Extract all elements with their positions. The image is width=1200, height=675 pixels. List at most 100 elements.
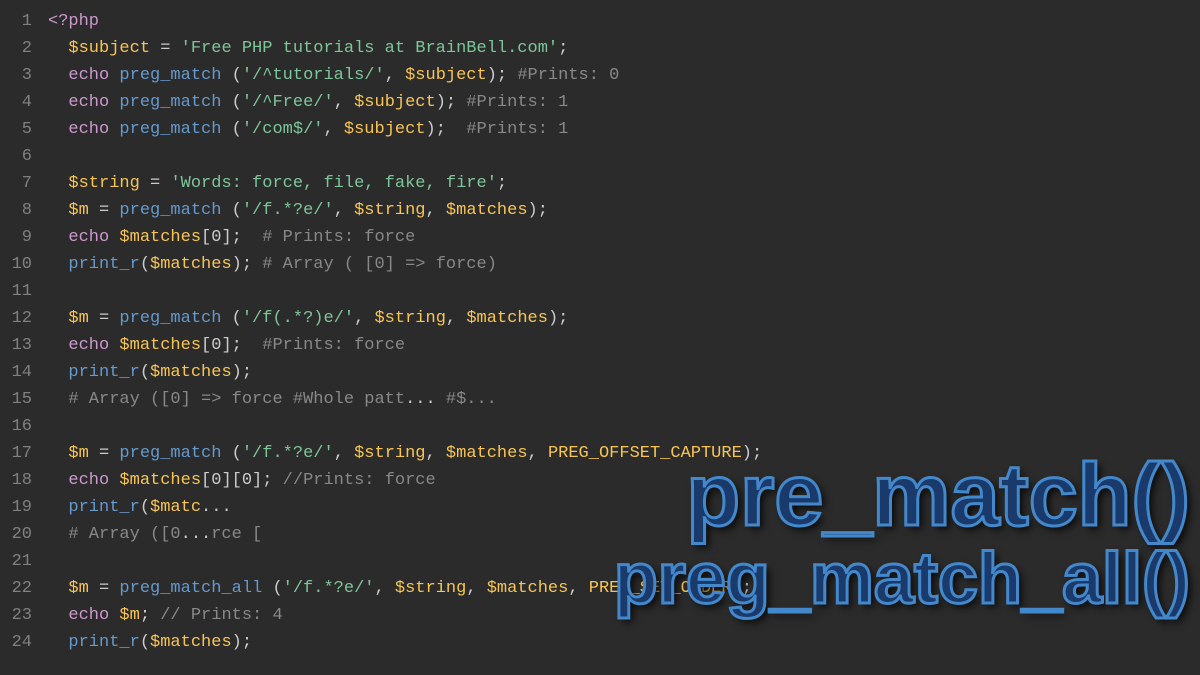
code-token: $m bbox=[68, 444, 88, 463]
code-token: ); bbox=[548, 309, 568, 328]
table-row: 11 bbox=[0, 278, 1200, 305]
line-number: 18 bbox=[0, 467, 48, 494]
code-token: 'Words: force, file, fake, fire' bbox=[170, 174, 496, 193]
code-token: , bbox=[374, 579, 394, 598]
line-code: echo $matches[0][0]; //Prints: force bbox=[48, 467, 436, 494]
table-row: 24 print_r($matches); bbox=[0, 629, 1200, 656]
code-token: , bbox=[323, 120, 343, 139]
code-token: #Prints: 1 bbox=[466, 93, 568, 112]
code-token bbox=[48, 309, 68, 328]
code-token: '/f.*?e/' bbox=[242, 444, 334, 463]
code-token: $subject bbox=[405, 66, 487, 85]
code-token: PREG_OFFSET_CAPTURE bbox=[548, 444, 742, 463]
code-token: $matches bbox=[487, 579, 569, 598]
code-token: = bbox=[89, 444, 120, 463]
line-number: 8 bbox=[0, 197, 48, 224]
code-token bbox=[109, 120, 119, 139]
code-token: echo bbox=[68, 93, 109, 112]
table-row: 7 $string = 'Words: force, file, fake, f… bbox=[0, 170, 1200, 197]
code-token bbox=[48, 120, 68, 139]
line-number: 10 bbox=[0, 251, 48, 278]
code-token: , bbox=[334, 201, 354, 220]
code-token bbox=[109, 228, 119, 247]
code-token: $m bbox=[119, 606, 139, 625]
line-number: 7 bbox=[0, 170, 48, 197]
code-token: preg_match bbox=[119, 93, 221, 112]
code-token bbox=[109, 336, 119, 355]
line-code: echo $matches[0]; # Prints: force bbox=[48, 224, 415, 251]
code-token: , bbox=[466, 579, 486, 598]
code-token: ); bbox=[232, 255, 263, 274]
code-token: $matches bbox=[119, 336, 201, 355]
code-token bbox=[109, 66, 119, 85]
line-number: 12 bbox=[0, 305, 48, 332]
line-code: $m = preg_match ('/f.*?e/', $string, $ma… bbox=[48, 197, 548, 224]
table-row: 8 $m = preg_match ('/f.*?e/', $string, $… bbox=[0, 197, 1200, 224]
code-token bbox=[48, 93, 68, 112]
code-token: ; bbox=[558, 39, 568, 58]
code-token: $subject bbox=[344, 120, 426, 139]
code-token: ); bbox=[426, 120, 457, 139]
code-token: $subject bbox=[354, 93, 436, 112]
code-token: ( bbox=[140, 498, 150, 517]
code-token: ( bbox=[221, 444, 241, 463]
code-token: ... bbox=[405, 390, 436, 409]
line-code: $m = preg_match ('/f(.*?)e/', $string, $… bbox=[48, 305, 568, 332]
line-number: 4 bbox=[0, 89, 48, 116]
line-number: 21 bbox=[0, 548, 48, 575]
code-token: $matches bbox=[150, 363, 232, 382]
code-token: $matches bbox=[446, 201, 528, 220]
line-number: 9 bbox=[0, 224, 48, 251]
table-row: 6 bbox=[0, 143, 1200, 170]
line-number: 22 bbox=[0, 575, 48, 602]
code-token: = bbox=[89, 201, 120, 220]
line-code: echo preg_match ('/^tutorials/', $subjec… bbox=[48, 62, 619, 89]
line-number: 6 bbox=[0, 143, 48, 170]
table-row: 9 echo $matches[0]; # Prints: force bbox=[0, 224, 1200, 251]
code-token: ); bbox=[732, 579, 752, 598]
code-token: $string bbox=[354, 444, 425, 463]
line-code: echo preg_match ('/^Free/', $subject); #… bbox=[48, 89, 568, 116]
code-token: echo bbox=[68, 66, 109, 85]
table-row: 1<?php bbox=[0, 8, 1200, 35]
line-code: echo $m; // Prints: 4 bbox=[48, 602, 283, 629]
code-token: , bbox=[334, 444, 354, 463]
code-token: , bbox=[426, 444, 446, 463]
code-block: 1<?php2 $subject = 'Free PHP tutorials a… bbox=[0, 0, 1200, 664]
code-token: echo bbox=[68, 120, 109, 139]
code-token: ; bbox=[140, 606, 160, 625]
line-number: 1 bbox=[0, 8, 48, 35]
code-token: $string bbox=[68, 174, 139, 193]
line-code: # Array ([0...rce [ bbox=[48, 521, 262, 548]
code-token: preg_match bbox=[119, 444, 221, 463]
code-token: = bbox=[89, 579, 120, 598]
code-token: '/^tutorials/' bbox=[242, 66, 385, 85]
table-row: 20 # Array ([0...rce [ bbox=[0, 521, 1200, 548]
code-token: ( bbox=[262, 579, 282, 598]
code-token: ; bbox=[497, 174, 507, 193]
code-token: ); bbox=[232, 633, 252, 652]
code-token: # Array ([0] => force #Whole patt bbox=[68, 390, 405, 409]
code-token: preg_match bbox=[119, 66, 221, 85]
code-token: , bbox=[385, 66, 405, 85]
code-token bbox=[48, 201, 68, 220]
table-row: 15 # Array ([0] => force #Whole patt... … bbox=[0, 386, 1200, 413]
table-row: 10 print_r($matches); # Array ( [0] => f… bbox=[0, 251, 1200, 278]
line-number: 2 bbox=[0, 35, 48, 62]
code-token bbox=[48, 633, 68, 652]
line-number: 16 bbox=[0, 413, 48, 440]
code-token: = bbox=[150, 39, 181, 58]
code-token: $m bbox=[68, 201, 88, 220]
code-token: echo bbox=[68, 336, 109, 355]
line-number: 17 bbox=[0, 440, 48, 467]
line-code: $subject = 'Free PHP tutorials at BrainB… bbox=[48, 35, 568, 62]
line-code: $string = 'Words: force, file, fake, fir… bbox=[48, 170, 507, 197]
code-token: $string bbox=[395, 579, 466, 598]
code-token: echo bbox=[68, 471, 109, 490]
code-token: #Prints: 0 bbox=[517, 66, 619, 85]
code-token bbox=[109, 471, 119, 490]
code-token: , bbox=[426, 201, 446, 220]
code-token: ( bbox=[221, 120, 241, 139]
line-code: # Array ([0] => force #Whole patt... #$.… bbox=[48, 386, 497, 413]
table-row: 19 print_r($matc... bbox=[0, 494, 1200, 521]
